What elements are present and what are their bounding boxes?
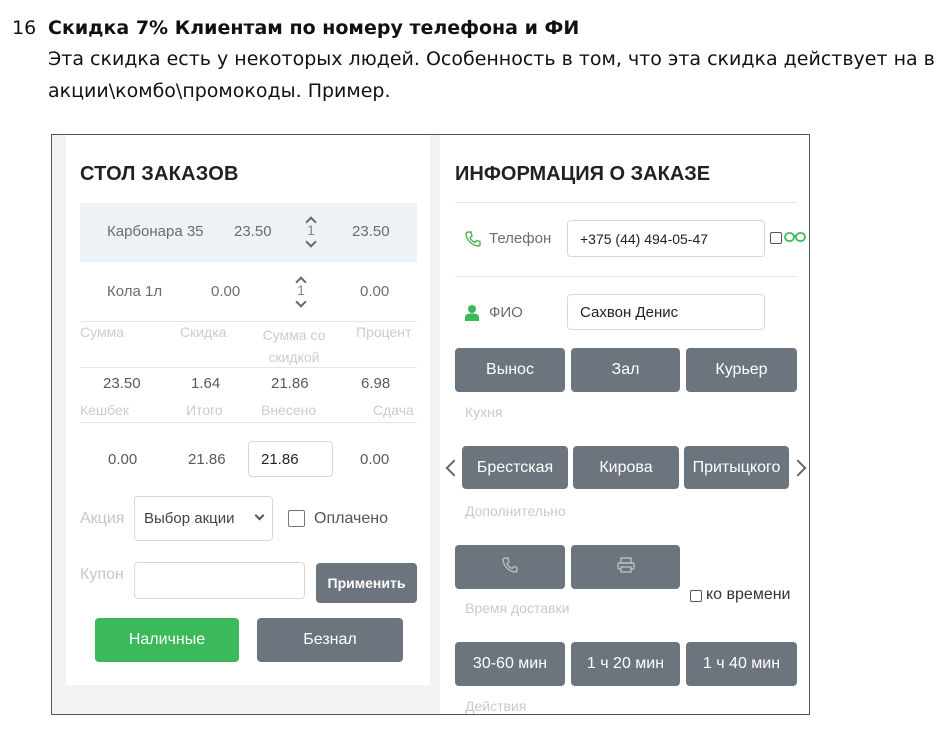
card-payment-button[interactable]: Безнал: [257, 618, 403, 662]
phone-icon: [502, 556, 518, 578]
order-info-panel: ИНФОРМАЦИЯ О ЗАКАЗЕ Телефон +375 (44) 49…: [440, 135, 809, 714]
item-name: Кола 1л: [107, 283, 163, 300]
cash-payment-button[interactable]: Наличные: [95, 618, 239, 662]
on-time-checkbox[interactable]: [690, 590, 702, 602]
divider: [455, 202, 797, 203]
apply-coupon-button[interactable]: Применить: [316, 563, 417, 603]
section-number: 16: [12, 17, 37, 39]
divider: [80, 367, 417, 368]
item-total: 23.50: [352, 223, 390, 240]
kitchen-kirova-button[interactable]: Кирова: [573, 446, 679, 489]
name-input[interactable]: Сахвон Денис: [567, 294, 765, 330]
kitchen-prityckogo-button[interactable]: Притыцкого: [684, 446, 789, 489]
cashback-value: 0.00: [108, 451, 138, 468]
order-type-hall-button[interactable]: Зал: [571, 348, 680, 392]
total-value: 21.86: [188, 451, 226, 468]
item-total: 0.00: [360, 283, 390, 300]
paid-amount-input[interactable]: 21.86: [248, 441, 333, 477]
qty-stepper[interactable]: 1: [305, 214, 321, 252]
name-label: ФИО: [489, 304, 523, 321]
order-type-courier-button[interactable]: Курьер: [686, 348, 797, 392]
call-button[interactable]: [455, 545, 565, 589]
phone-label: Телефон: [489, 230, 552, 247]
divider: [455, 276, 797, 277]
delivery-time-30-60-button[interactable]: 30-60 мин: [455, 642, 565, 686]
divider: [80, 422, 417, 423]
decrease-qty-icon[interactable]: [305, 236, 317, 248]
discount-value: 1.64: [191, 375, 221, 392]
section-text-line-2: акции\комбо\промокоды. Пример.: [48, 80, 391, 102]
order-item-row[interactable]: Карбонара 35 23.50 1 23.50: [80, 203, 417, 262]
sum-value: 23.50: [103, 375, 141, 392]
phone-input[interactable]: +375 (44) 494-05-47: [567, 220, 765, 257]
discount-header: Скидка: [180, 324, 227, 340]
paid-checkbox[interactable]: [288, 510, 305, 527]
coupon-input[interactable]: [134, 562, 305, 599]
paid-header: Внесено: [261, 402, 317, 418]
decrease-qty-icon[interactable]: [295, 296, 307, 308]
actions-label: Действия: [465, 698, 527, 714]
on-time-label: ко времени: [706, 586, 791, 603]
order-table-panel: СТОЛ ЗАКАЗОВ Карбонара 35 23.50 1 23.50 …: [66, 135, 430, 685]
sum-header: Сумма: [80, 324, 124, 340]
print-button[interactable]: [571, 545, 680, 589]
extra-label: Дополнительно: [465, 503, 566, 519]
chevron-right-icon[interactable]: [789, 459, 807, 477]
kitchen-brestskaya-button[interactable]: Брестская: [462, 446, 568, 489]
total-header: Итого: [186, 402, 223, 418]
delivery-time-1h20-button[interactable]: 1 ч 20 мин: [571, 642, 680, 686]
change-value: 0.00: [360, 451, 390, 468]
percent-header: Процент: [356, 324, 412, 340]
promo-select[interactable]: Выбор акции: [134, 496, 273, 541]
order-table-title: СТОЛ ЗАКАЗОВ: [80, 163, 239, 185]
promo-select-value: Выбор акции: [144, 510, 235, 527]
paid-checkbox-label: Оплачено: [314, 510, 388, 527]
phone-checkbox[interactable]: [770, 232, 782, 244]
discounted-sum-header: Сумма со скидкой: [262, 327, 326, 365]
screenshot-frame: СТОЛ ЗАКАЗОВ Карбонара 35 23.50 1 23.50 …: [51, 134, 810, 715]
section-title: Скидка 7% Клиентам по номеру телефона и …: [48, 17, 580, 39]
chevron-left-icon[interactable]: [445, 459, 463, 477]
change-header: Сдача: [373, 402, 414, 418]
item-price: 0.00: [211, 283, 241, 300]
promo-label: Акция: [80, 510, 125, 527]
printer-icon: [616, 556, 635, 578]
phone-icon: [465, 231, 481, 252]
glasses-icon[interactable]: [784, 231, 806, 249]
order-info-title: ИНФОРМАЦИЯ О ЗАКАЗЕ: [455, 163, 711, 185]
user-icon: [465, 304, 479, 326]
order-type-takeaway-button[interactable]: Вынос: [455, 348, 565, 392]
item-price: 23.50: [234, 223, 272, 240]
percent-value: 6.98: [361, 375, 391, 392]
cashback-header: Кешбек: [80, 402, 129, 418]
item-name: Карбонара 35: [107, 223, 204, 240]
delivery-time-1h40-button[interactable]: 1 ч 40 мин: [686, 642, 797, 686]
kitchen-label: Кухня: [465, 404, 503, 420]
chevron-down-icon: [254, 510, 265, 521]
section-text-line-1: Эта скидка есть у некоторых людей. Особе…: [48, 48, 936, 70]
delivery-time-label: Время доставки: [465, 600, 570, 616]
qty-stepper[interactable]: 1: [295, 274, 311, 312]
coupon-label: Купон: [80, 566, 124, 583]
discounted-sum-value: 21.86: [271, 375, 309, 392]
divider: [80, 321, 417, 322]
order-item-row[interactable]: Кола 1л 0.00 1 0.00: [80, 263, 417, 322]
